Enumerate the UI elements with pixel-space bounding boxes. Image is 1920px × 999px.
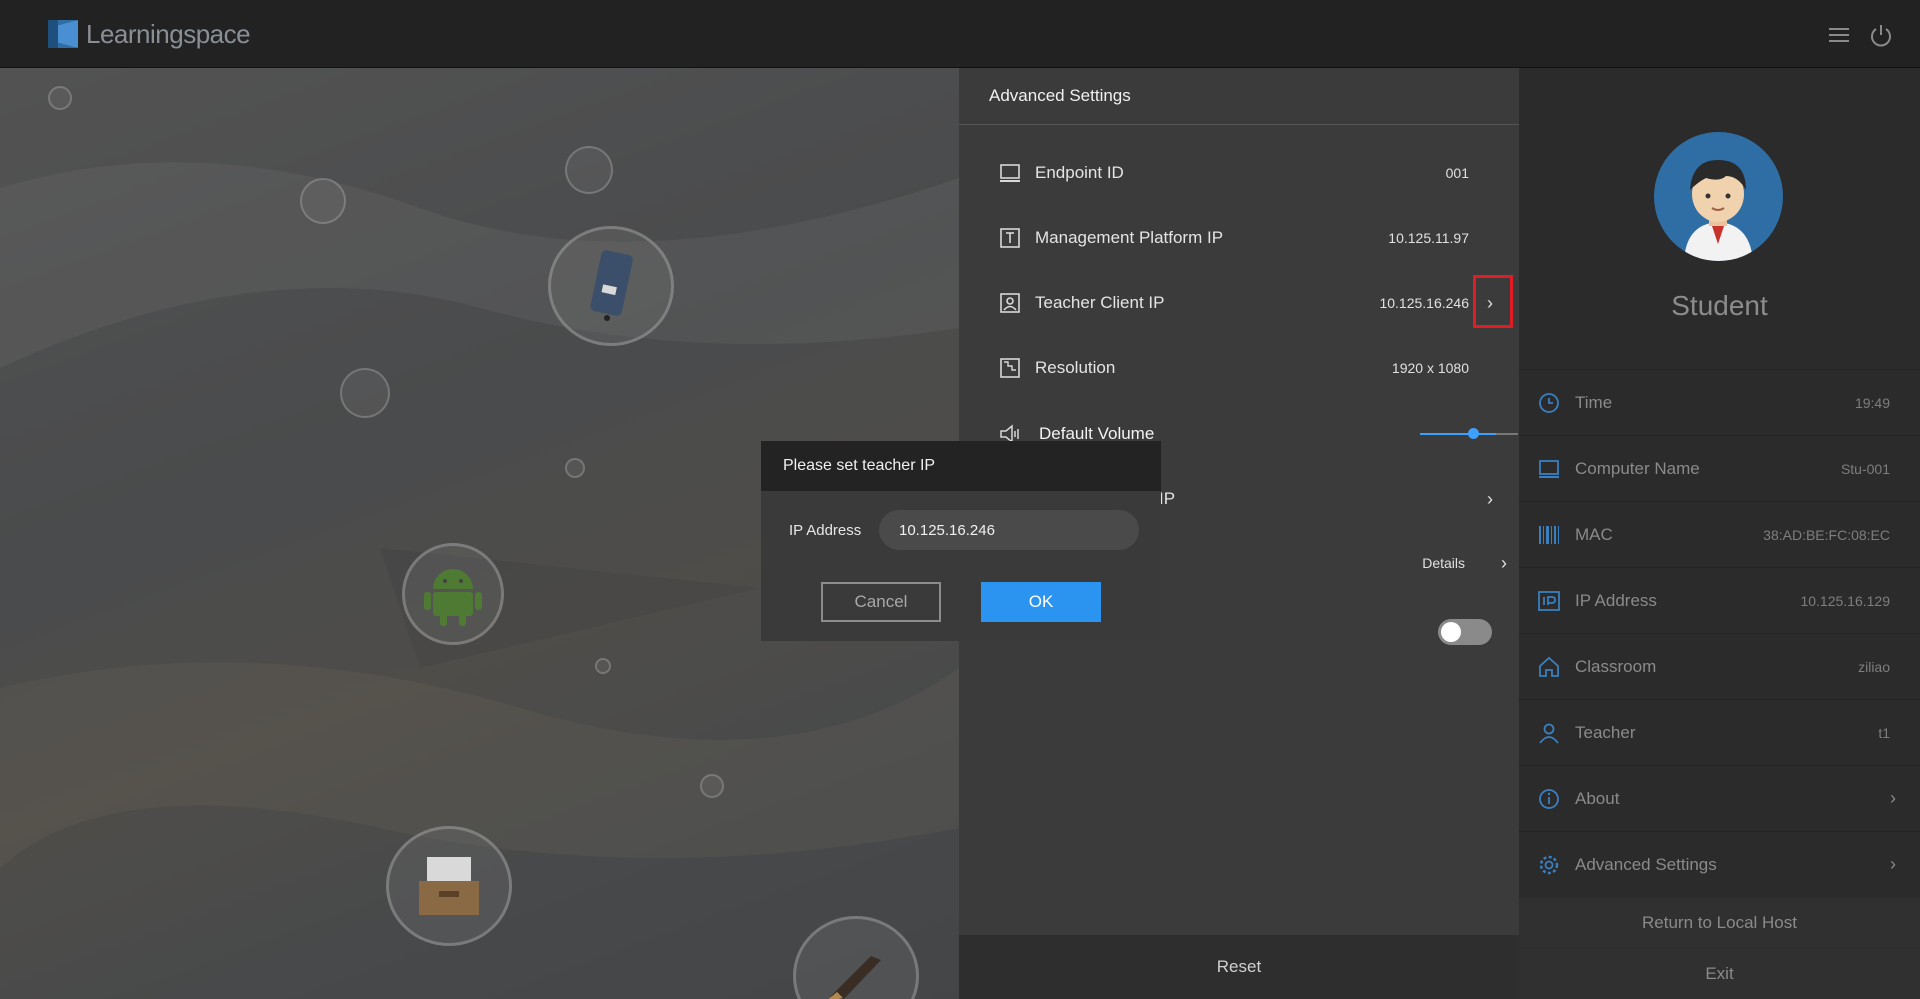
info-ip-address: IP Address 10.125.16.129 bbox=[1519, 567, 1920, 633]
decor-bubble bbox=[595, 658, 611, 674]
person-icon bbox=[1539, 723, 1559, 744]
info-classroom: Classroom ziliao bbox=[1519, 633, 1920, 699]
return-to-local-host-button[interactable]: Return to Local Host bbox=[1519, 898, 1920, 948]
decor-bubble bbox=[700, 774, 724, 798]
phone-icon bbox=[590, 250, 633, 321]
settings-title: Advanced Settings bbox=[959, 68, 1519, 125]
android-icon bbox=[424, 569, 482, 626]
student-avatar-icon bbox=[1684, 160, 1753, 261]
profile-name: Student bbox=[1671, 290, 1768, 321]
ip-address-label: IP Address bbox=[789, 522, 862, 539]
profile-panel: Student Time 19:49 Computer Name Stu-001… bbox=[1519, 68, 1920, 999]
resolution-icon bbox=[1000, 358, 1020, 378]
dialog-title: Please set teacher IP bbox=[761, 441, 1161, 491]
app-title: Learningspace bbox=[86, 18, 251, 49]
settings-toggle[interactable] bbox=[1438, 619, 1492, 645]
chevron-right-icon[interactable]: › bbox=[1501, 553, 1507, 574]
info-icon bbox=[1539, 788, 1559, 809]
menu-advanced-settings[interactable]: Advanced Settings › bbox=[1519, 831, 1920, 897]
hamburger-menu-icon[interactable] bbox=[1826, 22, 1852, 48]
barcode-icon bbox=[1539, 525, 1559, 544]
ip-icon bbox=[1538, 590, 1560, 611]
info-time: Time 19:49 bbox=[1519, 369, 1920, 435]
decor-bubble bbox=[48, 86, 72, 110]
exit-button[interactable]: Exit bbox=[1519, 949, 1920, 999]
setting-resolution: Resolution 1920 x 1080 bbox=[959, 348, 1519, 388]
volume-slider-fill[interactable] bbox=[1420, 433, 1496, 435]
decor-bubble bbox=[565, 146, 613, 194]
setting-teacher-client-ip[interactable]: Teacher Client IP 10.125.16.246 › bbox=[959, 283, 1519, 323]
set-teacher-ip-dialog: Please set teacher IP IP Address Cancel … bbox=[761, 441, 1161, 641]
chevron-right-icon: › bbox=[1890, 854, 1896, 874]
chevron-right-icon: › bbox=[1890, 788, 1896, 808]
mobile-app-circle[interactable] bbox=[548, 226, 674, 346]
file-drawer-icon bbox=[419, 857, 479, 915]
avatar bbox=[1654, 132, 1783, 261]
computer-icon bbox=[1539, 459, 1559, 478]
details-link[interactable]: Details bbox=[1422, 555, 1465, 571]
decor-bubble bbox=[300, 178, 346, 224]
clock-icon bbox=[1539, 392, 1559, 413]
decor-bubble bbox=[340, 368, 390, 418]
gear-icon bbox=[1539, 855, 1559, 874]
home-icon bbox=[1539, 656, 1559, 677]
highlight-annotation bbox=[1473, 275, 1513, 328]
info-teacher: Teacher t1 bbox=[1519, 699, 1920, 765]
reset-button[interactable]: Reset bbox=[959, 935, 1519, 999]
setting-management-platform-ip: Management Platform IP 10.125.11.97 bbox=[959, 218, 1519, 258]
info-mac: MAC 38:AD:BE:FC:08:EC bbox=[1519, 501, 1920, 567]
decor-bubble bbox=[565, 458, 585, 478]
teacher-client-icon bbox=[1000, 293, 1020, 313]
ok-button[interactable]: OK bbox=[981, 582, 1101, 622]
info-computer-name: Computer Name Stu-001 bbox=[1519, 435, 1920, 501]
app-logo: Learningspace bbox=[46, 16, 251, 52]
menu-about[interactable]: About › bbox=[1519, 765, 1920, 831]
cancel-button[interactable]: Cancel bbox=[821, 582, 941, 622]
setting-endpoint-id: Endpoint ID 001 bbox=[959, 153, 1519, 193]
platform-icon bbox=[1000, 228, 1020, 248]
toggle-knob bbox=[1441, 622, 1461, 642]
chevron-right-icon[interactable]: › bbox=[1487, 489, 1493, 510]
logo-icon bbox=[48, 20, 78, 48]
files-app-circle[interactable] bbox=[386, 826, 512, 946]
android-app-circle[interactable] bbox=[402, 543, 504, 645]
teacher-ip-input[interactable] bbox=[879, 510, 1139, 550]
title-bar: Learningspace bbox=[0, 0, 1920, 68]
volume-slider-handle[interactable] bbox=[1468, 428, 1479, 439]
paintbrush-icon bbox=[828, 956, 881, 999]
power-icon[interactable] bbox=[1868, 22, 1894, 48]
monitor-icon bbox=[1000, 164, 1020, 182]
volume-slider-track[interactable] bbox=[1496, 433, 1518, 435]
